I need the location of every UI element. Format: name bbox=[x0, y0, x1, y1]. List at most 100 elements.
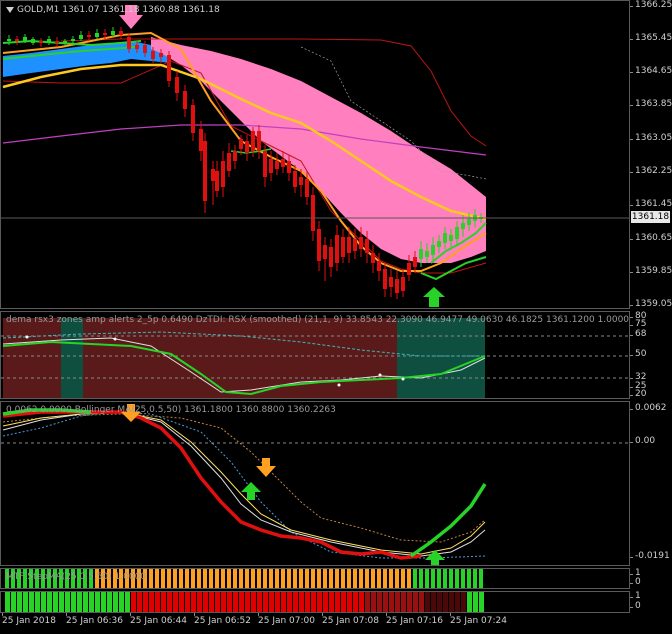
candle-body bbox=[175, 77, 179, 93]
time-label: 25 Jan 07:16 bbox=[386, 613, 443, 626]
step-bar bbox=[269, 569, 273, 588]
ma-level-label: -0.0191 bbox=[630, 551, 670, 561]
trend-bar bbox=[185, 592, 190, 612]
trend-bar bbox=[431, 592, 436, 612]
candle-body bbox=[281, 159, 285, 167]
trend-bar bbox=[407, 592, 412, 612]
dropdown-triangle-icon[interactable] bbox=[6, 6, 14, 13]
candle-body bbox=[111, 31, 115, 35]
rsx-dot bbox=[25, 335, 29, 339]
trend-bar bbox=[251, 592, 256, 612]
trend-bar bbox=[227, 592, 232, 612]
trend-bar bbox=[53, 592, 58, 612]
trend-bar bbox=[101, 592, 106, 612]
ma-blue-dash bbox=[2, 411, 486, 559]
candle-body bbox=[159, 53, 163, 57]
step-bar bbox=[215, 569, 219, 588]
candle-body bbox=[323, 245, 327, 259]
trend-bar bbox=[245, 592, 250, 612]
trend-bar bbox=[41, 592, 46, 612]
ma-title: 0.0062 0.0000 Bollinger MA(25,0.5,50) 13… bbox=[6, 405, 336, 415]
time-label: 25 Jan 06:36 bbox=[66, 613, 123, 626]
step-bar bbox=[293, 569, 297, 588]
candle-body bbox=[215, 171, 219, 191]
step-bar bbox=[305, 569, 309, 588]
step-bar bbox=[353, 569, 357, 588]
step-bar bbox=[455, 569, 459, 588]
candle-body bbox=[23, 37, 27, 41]
rsx-dot bbox=[401, 377, 405, 381]
candle-body bbox=[79, 35, 83, 39]
trend-bar bbox=[443, 592, 448, 612]
ma-level-label: 0.0062 bbox=[630, 403, 667, 413]
rsx-axis[interactable]: 80 75 68 50 32 25 20 bbox=[629, 311, 672, 399]
candle-body bbox=[191, 105, 195, 133]
ma-oscillator-pane[interactable]: 0.0062 0.0000 Bollinger MA(25,0.5,50) 13… bbox=[0, 401, 630, 566]
price-label: 1359.05 bbox=[629, 299, 672, 309]
trend-bar bbox=[155, 592, 160, 612]
candle-body bbox=[31, 39, 35, 43]
main-chart-pane[interactable]: GOLD,M1 1361.07 1361.18 1360.88 1361.18 bbox=[0, 0, 630, 309]
trend-bar bbox=[89, 592, 94, 612]
candle-body bbox=[251, 131, 255, 151]
trend-bar bbox=[239, 592, 244, 612]
candle-body bbox=[233, 151, 237, 161]
candle-body bbox=[377, 261, 381, 271]
trend-bar bbox=[221, 592, 226, 612]
rsx-dot bbox=[378, 373, 382, 377]
trend-bar bbox=[383, 592, 388, 612]
ma-axis[interactable]: 0.0062 0.00 -0.0191 bbox=[629, 401, 672, 566]
main-chart-canvas bbox=[1, 5, 629, 307]
main-chart-title: GOLD,M1 1361.07 1361.18 1360.88 1361.18 bbox=[6, 5, 220, 15]
trend-bar bbox=[329, 592, 334, 612]
candle-body bbox=[71, 39, 75, 41]
trend-bar bbox=[149, 592, 154, 612]
candle-body bbox=[127, 37, 131, 49]
strip2-axis: 1 0 bbox=[630, 591, 672, 613]
candle-body bbox=[407, 263, 411, 275]
zone-maroon-1 bbox=[3, 318, 61, 398]
trend-bar bbox=[209, 592, 214, 612]
main-price-axis[interactable]: 1366.25 1365.45 1364.65 1363.85 1363.05 … bbox=[629, 0, 672, 309]
ma-green-end bbox=[409, 483, 487, 558]
trend-bar bbox=[35, 592, 40, 612]
trend-bar bbox=[449, 592, 454, 612]
candle-body bbox=[443, 233, 447, 243]
trend-bar bbox=[29, 592, 34, 612]
trend-bar bbox=[341, 592, 346, 612]
step-bar bbox=[311, 569, 315, 588]
time-label: 25 Jan 2018 bbox=[2, 613, 56, 626]
trend-bar bbox=[419, 592, 424, 612]
ma-red-line bbox=[2, 410, 422, 560]
step-bar bbox=[281, 569, 285, 588]
strip2-label: 1 bbox=[630, 591, 641, 601]
candle-body bbox=[63, 41, 67, 43]
trend-bar bbox=[71, 592, 76, 612]
trend-bar bbox=[203, 592, 208, 612]
candle-body bbox=[305, 179, 309, 197]
step-bar bbox=[449, 569, 453, 588]
rsx-canvas bbox=[1, 318, 629, 398]
candle-body bbox=[199, 129, 203, 151]
price-label: 1362.25 bbox=[629, 166, 672, 176]
trend-bar bbox=[11, 592, 16, 612]
step-bar bbox=[197, 569, 201, 588]
trend-bar bbox=[173, 592, 178, 612]
trend-bar bbox=[257, 592, 262, 612]
step-bar bbox=[323, 569, 327, 588]
step-bar bbox=[275, 569, 279, 588]
candle-body bbox=[347, 237, 351, 253]
trend-strip[interactable] bbox=[0, 591, 630, 613]
candle-body bbox=[425, 251, 429, 257]
price-label: 1361.45 bbox=[629, 199, 672, 209]
candle-body bbox=[239, 139, 243, 149]
candle-body bbox=[135, 45, 139, 49]
trend-bar bbox=[215, 592, 220, 612]
step-bar bbox=[287, 569, 291, 588]
candle-body bbox=[263, 151, 267, 177]
step-ma-strip[interactable]: MTF StepMA(25,0.5,50) 1.0000 bbox=[0, 568, 630, 589]
rsx-indicator-pane[interactable]: dema rsx3 zones amp alerts 2_5p 0.6490 D… bbox=[0, 311, 630, 399]
trend-bar bbox=[377, 592, 382, 612]
trend-bar bbox=[23, 592, 28, 612]
trend-bar bbox=[395, 592, 400, 612]
